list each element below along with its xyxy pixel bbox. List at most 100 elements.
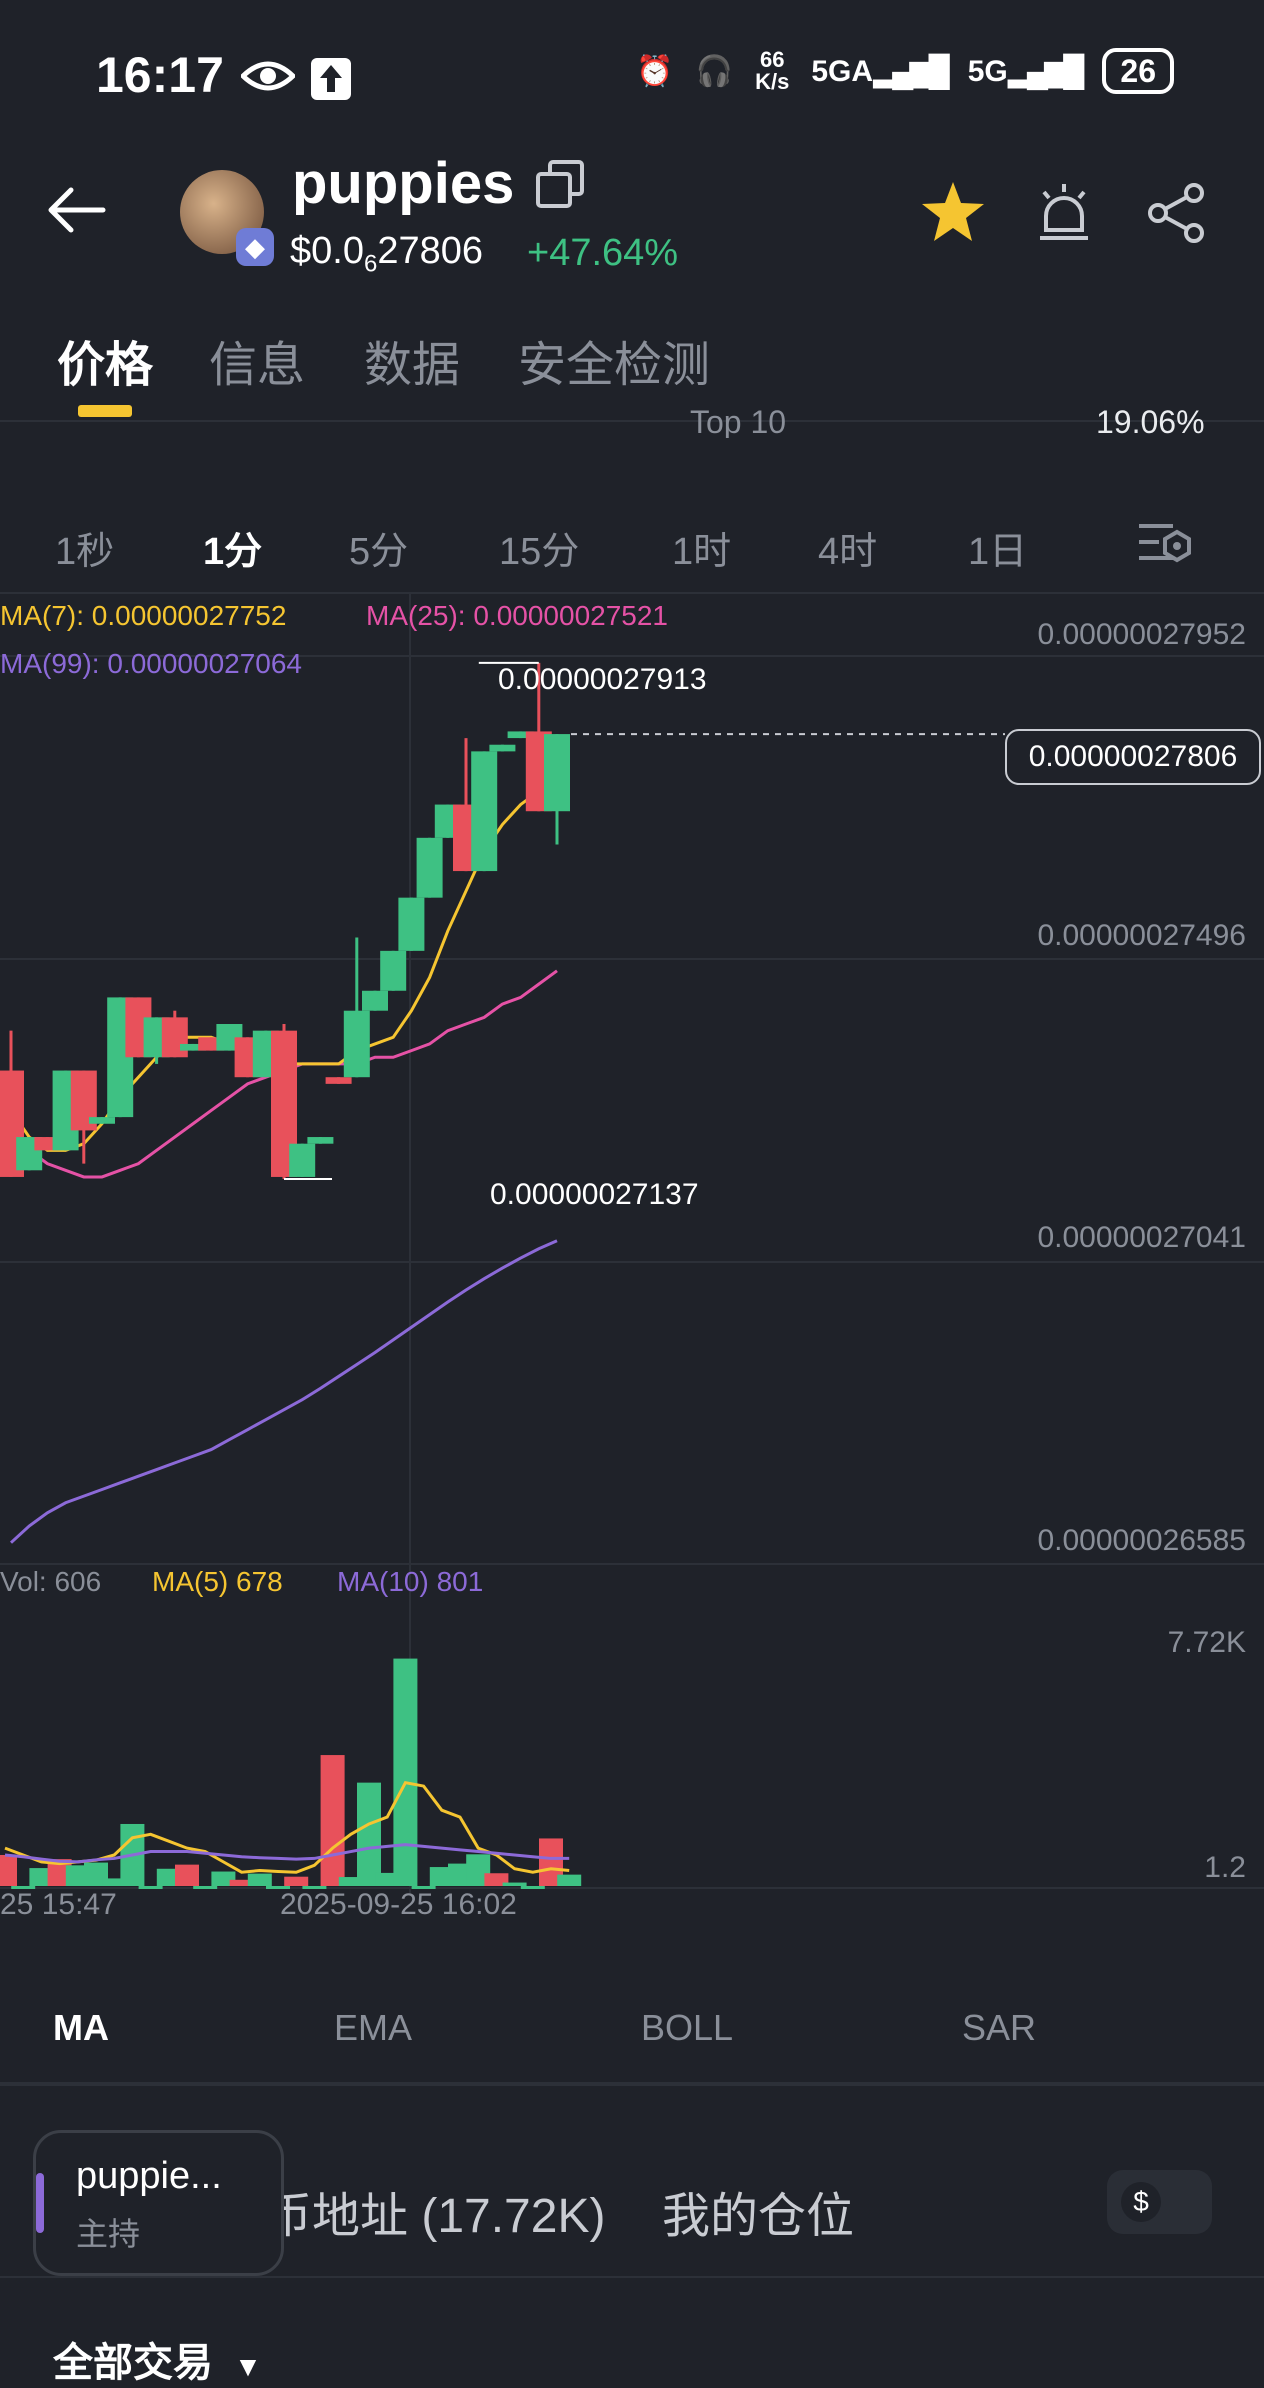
volume-bar <box>284 1876 309 1886</box>
net-speed: 66 <box>760 47 785 72</box>
interval-1d[interactable]: 1日 <box>968 520 1027 575</box>
interval-1h[interactable]: 1时 <box>672 520 731 575</box>
volume-bar <box>247 1873 272 1886</box>
ethereum-chain-icon: ◆ <box>236 228 274 266</box>
price-axis-label: 0.00000027041 <box>1037 1221 1246 1254</box>
chart-annotations <box>284 661 1005 1180</box>
price-axis-label: 0.00000027952 <box>1037 618 1246 651</box>
chart-settings-icon[interactable] <box>1137 520 1191 569</box>
volume-bar <box>0 1854 17 1886</box>
current-price-tag: 0.00000027806 <box>1005 729 1261 785</box>
token-price: $0.0627806 <box>290 230 483 278</box>
ma99-line <box>9 1239 558 1544</box>
divider <box>0 2082 1264 2086</box>
tab-my-positions[interactable]: 我的仓位 <box>662 2176 854 2246</box>
signal-5ga: 5GA▂▄▆█ <box>811 54 949 88</box>
candles <box>0 662 570 1179</box>
back-button[interactable] <box>45 185 107 240</box>
status-icons: ⏰ 🎧 66 K/s 5GA▂▄▆█ 5G▂▄▆█ 26 <box>636 48 1174 94</box>
interval-1s[interactable]: 1秒 <box>55 520 114 575</box>
token-name: puppies <box>292 151 515 216</box>
volume-bar <box>138 1886 163 1889</box>
time-axis-label: 25 15:47 <box>0 1888 117 1921</box>
tab-active-indicator <box>78 405 132 417</box>
hidden-row-label: Top 10 <box>690 404 787 438</box>
candle <box>362 990 388 1011</box>
share-icon[interactable] <box>1148 183 1206 248</box>
alarm-icon: ⏰ <box>636 54 674 88</box>
ma99-series <box>9 1239 558 1544</box>
indicator-ma[interactable]: MA <box>53 2007 109 2049</box>
caret-down-icon: ▼ <box>234 2351 262 2382</box>
price-axis-label: 0.00000026585 <box>1037 1524 1246 1557</box>
ma99-label: MA(99): 0.00000027064 <box>0 648 302 679</box>
hidden-row-value: 19.06% <box>1096 404 1205 438</box>
volume-bar <box>520 1886 545 1889</box>
alert-bell-icon[interactable] <box>1036 180 1092 249</box>
chip-token-name: puppie... <box>76 2155 222 2197</box>
eye-icon <box>239 56 297 101</box>
volume-ma10-label: MA(10) 801 <box>337 1566 484 1597</box>
high-price-label: 0.00000027913 <box>498 663 707 696</box>
currency-toggle[interactable]: $ <box>1107 2170 1212 2234</box>
interval-1m[interactable]: 1分 <box>203 520 262 575</box>
signal-5g: 5G▂▄▆█ <box>967 54 1085 88</box>
all-trades-dropdown[interactable]: 全部交易 ▼ <box>53 2330 262 2388</box>
interval-5m[interactable]: 5分 <box>349 520 408 575</box>
candle <box>307 1137 334 1144</box>
volume-bar <box>502 1882 527 1886</box>
token-chip[interactable]: puppie... 主持 <box>33 2130 284 2276</box>
divider <box>0 420 1264 422</box>
volume-axis-bottom: 1.2 <box>1204 1851 1246 1884</box>
candle <box>380 950 407 991</box>
copy-icon[interactable] <box>536 160 584 213</box>
candle <box>544 734 570 812</box>
headphones-icon: 🎧 <box>695 54 734 88</box>
low-price-label: 0.00000027137 <box>490 1178 699 1211</box>
candle <box>161 1017 188 1058</box>
chip-token-role: 主持 <box>76 2216 141 2252</box>
indicator-boll[interactable]: BOLL <box>641 2007 733 2049</box>
favorite-star-icon[interactable] <box>920 180 986 249</box>
time-axis-label: 2025-09-25 16:02 <box>280 1888 517 1921</box>
interval-15m[interactable]: 15分 <box>499 520 579 575</box>
candle <box>325 1077 352 1084</box>
tab-holders[interactable]: 币地址 (17.72K) <box>264 2176 605 2246</box>
candle <box>471 751 498 872</box>
candle <box>489 744 516 752</box>
price-axis-label: 0.00000027496 <box>1037 919 1246 952</box>
candle <box>416 837 443 898</box>
divider <box>0 2276 1264 2278</box>
net-speed-unit: K/s <box>755 69 790 94</box>
volume-bar <box>557 1874 582 1886</box>
candle <box>398 897 425 951</box>
price-change: +47.64% <box>527 232 679 274</box>
dollar-icon: $ <box>1121 2182 1161 2222</box>
interval-4h[interactable]: 4时 <box>818 520 877 575</box>
tab-price[interactable]: 价格 <box>57 325 153 395</box>
tab-data[interactable]: 数据 <box>364 325 460 395</box>
volume-label: Vol: 606 <box>0 1566 102 1597</box>
back-arrow-icon <box>48 187 106 233</box>
volume-bar <box>393 1658 418 1886</box>
candle <box>89 1117 115 1124</box>
status-time: 16:17 <box>96 47 224 103</box>
indicator-ema[interactable]: EMA <box>334 2007 412 2049</box>
chip-accent <box>36 2173 44 2233</box>
indicator-sar[interactable]: SAR <box>962 2007 1036 2049</box>
volume-bar <box>193 1886 218 1889</box>
volume-bar <box>175 1864 199 1886</box>
volume-bar <box>320 1755 345 1886</box>
tab-security[interactable]: 安全检测 <box>518 325 710 395</box>
volume-ma5-label: MA(5) 678 <box>152 1566 283 1597</box>
upload-icon <box>310 57 352 106</box>
volume-bar <box>357 1782 381 1886</box>
ma7-label: MA(7): 0.00000027752 <box>0 600 287 631</box>
candle <box>343 1010 370 1078</box>
candle <box>289 1143 316 1177</box>
volume-axis-top: 7.72K <box>1167 1626 1246 1659</box>
all-trades-label: 全部交易 <box>53 2341 213 2385</box>
tab-info[interactable]: 信息 <box>209 325 305 395</box>
battery-indicator: 26 <box>1102 48 1174 94</box>
ma25-label: MA(25): 0.00000027521 <box>366 600 668 631</box>
